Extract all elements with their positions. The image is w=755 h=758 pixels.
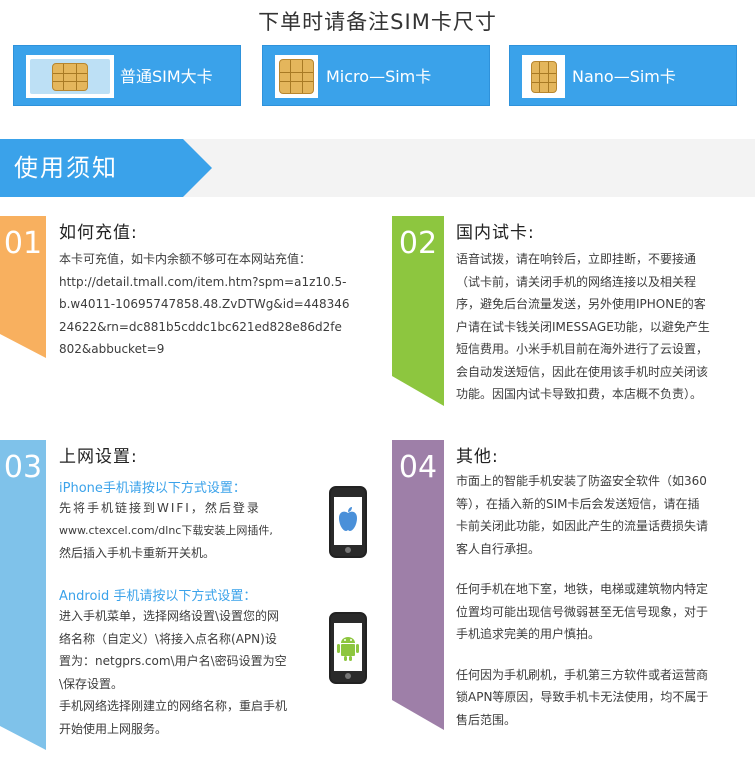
- text-line: 任何手机在地下室，地铁，电梯或建筑物内特定: [456, 582, 709, 596]
- section-title: 如何充值:: [59, 223, 138, 243]
- text-line: （试卡前，请关闭手机的网络连接以及相关程: [456, 274, 697, 289]
- text-line: 开始使用上网服务。: [59, 721, 168, 736]
- text-line: 位置均可能出现信号微弱甚至无信号现象，对于: [456, 604, 709, 619]
- section-03-tab: [0, 440, 46, 750]
- sim-option-standard[interactable]: 普通SIM大卡: [13, 45, 241, 106]
- android-instructions-heading: Android 手机请按以下方式设置：: [59, 589, 257, 604]
- sim-option-nano[interactable]: Nano—Sim卡: [509, 45, 737, 106]
- text-line: 售后范围。: [456, 712, 517, 727]
- text-line: 手机追求完美的用户慎拍。: [456, 627, 601, 641]
- section-01-body: 本卡可充值，如卡内余额不够可在本网站充值： http://detail.tmal…: [59, 248, 379, 361]
- text-line: \保存设置。: [59, 676, 124, 691]
- text-line: 络名称（自定义）\将接入点名称(APN)设: [59, 631, 277, 646]
- recharge-link-line[interactable]: b.w4011-10695747858.48.ZvDTWg&id=448346: [59, 293, 379, 316]
- recharge-link-line[interactable]: 802&abbucket=9: [59, 338, 379, 361]
- micro-sim-card-icon: [275, 55, 318, 98]
- recharge-link-line[interactable]: 24622&rn=dc881b5cddc1bc621ed828e86d2fe: [59, 316, 379, 339]
- section-title: 上网设置:: [59, 447, 138, 467]
- text-line: 进入手机菜单，选择网络设置\设置您的网: [59, 609, 280, 623]
- iphone-instructions-heading: iPhone手机请按以下方式设置：: [59, 481, 246, 496]
- sim-option-label: 普通SIM大卡: [120, 67, 213, 86]
- section-02-body: 语音试拨，请在响铃后，立即挂断，不要接通 （试卡前，请关闭手机的网络连接以及相关…: [456, 248, 752, 406]
- text-line: 客人自行承担。: [456, 541, 541, 556]
- section-04-body: 市面上的智能手机安装了防盗安全软件（如360 等），在插入新的SIM卡后会发送短…: [456, 470, 752, 731]
- banner-title: 使用须知: [14, 154, 118, 182]
- text-line: 功能。因国内试卡导致扣费，本店概不负责）。: [456, 387, 703, 401]
- text-line: 任何因为手机刷机，手机第三方软件或者运营商: [456, 667, 709, 682]
- text-line: 序，避免后台流量发送，另外使用IPHONE的客: [456, 297, 706, 311]
- text-line: www.ctexcel.com/dlnc下载安装上网插件,: [59, 523, 273, 537]
- section-number: 02: [398, 226, 438, 261]
- text-line: 锁APN等原因，导致手机卡无法使用，均不属于: [456, 690, 709, 704]
- page-title: 下单时请备注SIM卡尺寸: [258, 10, 497, 34]
- sim-option-label: Nano—Sim卡: [572, 67, 676, 86]
- section-number: 03: [3, 450, 43, 485]
- section-title: 国内试卡:: [456, 223, 535, 243]
- text-line: 置为：netgprs.com\用户名\密码设置为空: [59, 654, 287, 668]
- text-line: 户请在试卡钱关闭IMESSAGE功能，以避免产生: [456, 319, 710, 334]
- sim-option-micro[interactable]: Micro—Sim卡: [262, 45, 490, 106]
- recharge-link-line[interactable]: http://detail.tmall.com/item.htm?spm=a1z…: [59, 271, 379, 294]
- android-instructions: 进入手机菜单，选择网络设置\设置您的网 络名称（自定义）\将接入点名称(APN)…: [59, 605, 327, 740]
- text-line: 本卡可充值，如卡内余额不够可在本网站充值：: [59, 252, 312, 266]
- text-line: 会自动发送短信，因此在使用该手机时应关闭该: [456, 364, 709, 379]
- standard-sim-card-icon: [26, 55, 114, 98]
- section-number: 01: [3, 226, 43, 261]
- text-line: 短信费用。小米手机目前在海外进行了云设置，: [456, 342, 709, 356]
- text-line: 等），在插入新的SIM卡后会发送短信，请在插: [456, 496, 700, 511]
- section-number: 04: [398, 450, 438, 485]
- nano-sim-card-icon: [522, 55, 565, 98]
- text-line: 语音试拨，请在响铃后，立即挂断，不要接通: [456, 252, 697, 266]
- text-line: 市面上的智能手机安装了防盗安全软件（如360: [456, 474, 707, 488]
- text-line: 卡前关闭此功能，如因此产生的流量话费损失请: [456, 519, 709, 533]
- text-line: 然后插入手机卡重新开关机。: [59, 546, 216, 560]
- iphone-instructions: 先将手机链接到WIFI，然后登录 www.ctexcel.com/dlnc下载安…: [59, 497, 327, 565]
- sim-option-label: Micro—Sim卡: [326, 67, 432, 86]
- text-line: 先将手机链接到WIFI，然后登录: [59, 501, 261, 515]
- section-title: 其他:: [456, 447, 499, 467]
- android-phone-icon: [329, 612, 367, 684]
- text-line: 手机网络选择刚建立的网络名称，重启手机: [59, 699, 288, 713]
- iphone-apple-icon: [329, 486, 367, 558]
